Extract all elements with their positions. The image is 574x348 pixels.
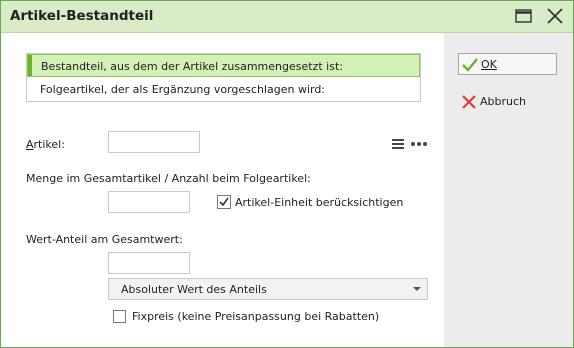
cancel-label: Abbruch — [480, 95, 527, 108]
component-type-list: Bestandteil, aus dem der Artikel zusamme… — [26, 53, 421, 102]
button-panel — [444, 33, 573, 347]
chevron-down-icon — [407, 279, 427, 299]
cancel-button[interactable]: Abbruch — [458, 91, 557, 113]
checkmark-icon — [462, 57, 478, 73]
selection-marker — [28, 55, 32, 76]
einheit-label: Artikel-Einheit berücksichtigen — [235, 196, 404, 209]
artikel-label: Artikel: — [26, 138, 65, 151]
window-title: Artikel-Bestandteil — [10, 8, 154, 24]
menge-input[interactable] — [108, 191, 190, 213]
close-icon[interactable] — [543, 5, 567, 27]
einheit-checkbox[interactable] — [217, 195, 231, 209]
list-item-label: Bestandteil, aus dem der Artikel zusamme… — [41, 60, 343, 73]
artikel-input[interactable] — [108, 131, 200, 153]
fixpreis-label: Fixpreis (keine Preisanpassung bei Rabat… — [132, 310, 380, 323]
dialog-window: Artikel-Bestandteil Bestandteil, aus dem… — [0, 0, 574, 348]
wert-mode-value: Absoluter Wert des Anteils — [121, 283, 267, 296]
fixpreis-checkbox[interactable] — [113, 310, 126, 323]
artikel-label-rest: rtikel: — [33, 138, 65, 151]
ok-label: OK — [481, 58, 497, 71]
wert-mode-select[interactable]: Absoluter Wert des Anteils — [108, 278, 428, 300]
maximize-icon[interactable] — [512, 5, 536, 27]
list-icon[interactable] — [389, 135, 407, 153]
title-bar: Artikel-Bestandteil — [1, 1, 573, 33]
cancel-x-icon — [461, 94, 477, 110]
list-item-label: Folgeartikel, der als Ergänzung vorgesch… — [40, 83, 326, 96]
list-item-folgeartikel[interactable]: Folgeartikel, der als Ergänzung vorgesch… — [27, 78, 420, 101]
wert-input[interactable] — [108, 252, 190, 274]
ok-button[interactable]: OK — [458, 53, 557, 75]
list-item-bestandteil[interactable]: Bestandteil, aus dem der Artikel zusamme… — [27, 54, 420, 77]
menge-label: Menge im Gesamtartikel / Anzahl beim Fol… — [26, 172, 311, 185]
more-options-icon[interactable] — [409, 135, 429, 153]
wert-label: Wert-Anteil am Gesamtwert: — [26, 233, 183, 246]
